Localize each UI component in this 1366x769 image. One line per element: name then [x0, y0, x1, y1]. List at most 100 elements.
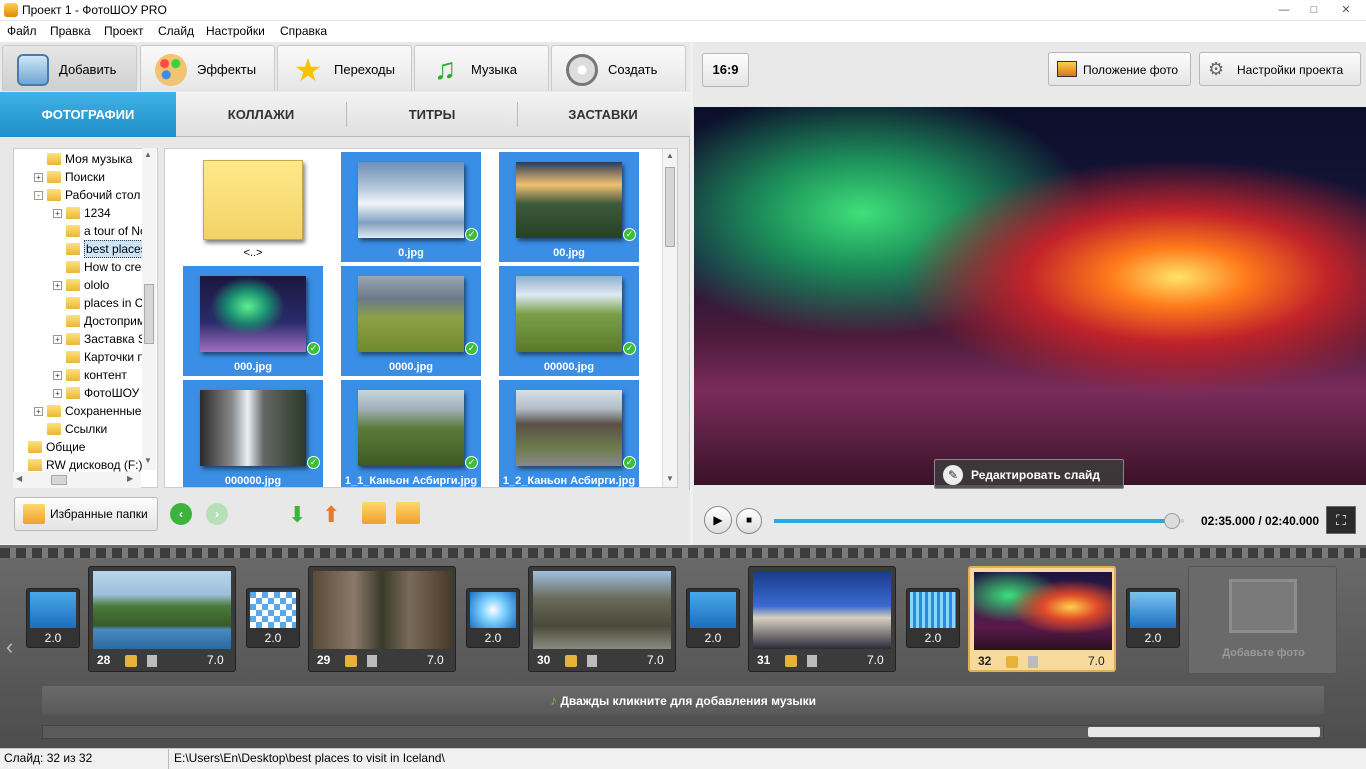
pencil-icon[interactable]	[1006, 656, 1018, 668]
aspect-ratio-button[interactable]: 16:9	[702, 53, 749, 87]
tree-horizontal-scrollbar[interactable]: ◀ ▶	[13, 472, 141, 488]
photo-position-label: Положение фото	[1083, 63, 1179, 77]
subtab-collages[interactable]: КОЛЛАЖИ	[176, 92, 346, 137]
collapse-icon[interactable]: -	[34, 191, 43, 200]
photo-thumbnail[interactable]: 00.jpg ✓	[499, 152, 639, 262]
expand-icon[interactable]: +	[34, 173, 43, 182]
pencil-icon[interactable]	[785, 655, 797, 667]
add-photo-placeholder[interactable]: Добавьте фото	[1188, 566, 1337, 674]
tab-effects[interactable]: Эффекты	[140, 45, 275, 91]
timeline-slide[interactable]: 32 7.0	[968, 566, 1116, 672]
expand-icon[interactable]: +	[53, 389, 62, 398]
timeline-left-arrow-icon[interactable]: ‹	[6, 634, 13, 660]
scroll-up-icon[interactable]: ▲	[666, 151, 674, 160]
menu-project[interactable]: Проект	[104, 24, 144, 38]
scroll-thumb[interactable]	[1088, 727, 1320, 737]
scroll-down-icon[interactable]: ▼	[144, 456, 152, 465]
timeline-scrollbar[interactable]	[42, 725, 1324, 739]
menu-file[interactable]: Файл	[7, 24, 37, 38]
transition-item[interactable]: 2.0	[686, 588, 740, 648]
photo-thumbnail[interactable]: 1_1_Каньон Асбирги.jpg ✓	[341, 380, 481, 487]
folder-icon	[66, 297, 80, 309]
tab-create[interactable]: Создать	[551, 45, 686, 91]
pencil-icon[interactable]	[345, 655, 357, 667]
menu-edit[interactable]: Правка	[50, 24, 91, 38]
subtab-intros[interactable]: ЗАСТАВКИ	[518, 92, 688, 137]
progress-track[interactable]	[774, 513, 1184, 529]
speaker-icon[interactable]	[1028, 656, 1038, 668]
scroll-down-icon[interactable]: ▼	[666, 474, 674, 483]
move-up-icon[interactable]: ⬆	[322, 502, 340, 528]
speaker-icon[interactable]	[807, 655, 817, 667]
project-settings-button[interactable]: ⚙ Настройки проекта	[1199, 52, 1361, 86]
timeline-slide[interactable]: 30 7.0	[528, 566, 676, 672]
tab-effects-label: Эффекты	[197, 62, 257, 77]
left-toolbar: Избранные папки ‹ › ⬇ ⬆	[0, 490, 690, 544]
scroll-up-icon[interactable]: ▲	[144, 150, 152, 159]
transition-duration: 2.0	[704, 631, 722, 645]
timeline-slide[interactable]: 31 7.0	[748, 566, 896, 672]
fullscreen-button[interactable]: ⛶	[1326, 506, 1356, 534]
expand-icon[interactable]: +	[53, 209, 62, 218]
transition-item[interactable]: 2.0	[906, 588, 960, 648]
menu-help[interactable]: Справка	[280, 24, 327, 38]
add-folder-icon[interactable]	[362, 502, 386, 524]
play-button[interactable]: ▶	[704, 506, 732, 534]
menu-settings[interactable]: Настройки	[206, 24, 265, 38]
transition-item[interactable]: 2.0	[246, 588, 300, 648]
photo-thumbnail[interactable]: 0.jpg ✓	[341, 152, 481, 262]
progress-thumb[interactable]	[1163, 513, 1180, 529]
tree-vertical-scrollbar[interactable]: ▲ ▼	[142, 148, 156, 470]
expand-icon[interactable]: +	[34, 407, 43, 416]
transition-duration: 2.0	[924, 631, 942, 645]
tab-transitions[interactable]: ★ Переходы	[277, 45, 412, 91]
transition-item[interactable]: 2.0	[1126, 588, 1180, 648]
file-grid: <..> 0.jpg ✓ 00.jpg ✓ 000.jpg ✓ 0000.jpg ✓ 00000.…	[164, 148, 678, 488]
tree-item-label: ololo	[84, 278, 110, 292]
photo-thumbnail[interactable]: 000000.jpg ✓	[183, 380, 323, 487]
parent-folder-item[interactable]: <..>	[183, 152, 323, 262]
add-all-icon[interactable]	[396, 502, 420, 524]
edit-slide-button[interactable]: ✎ Редактировать слайд	[934, 459, 1124, 489]
tree-item-label: a tour of Nor	[84, 224, 151, 238]
speaker-icon[interactable]	[147, 655, 157, 667]
tab-add[interactable]: Добавить	[2, 45, 137, 91]
stop-button[interactable]: ■	[736, 508, 762, 534]
favorites-button[interactable]: Избранные папки	[14, 497, 158, 531]
scroll-right-icon[interactable]: ▶	[127, 474, 133, 483]
back-icon[interactable]: ‹	[170, 503, 192, 525]
photo-thumbnail[interactable]: 000.jpg ✓	[183, 266, 323, 376]
scroll-thumb[interactable]	[51, 475, 67, 485]
film-reel-icon	[566, 54, 598, 86]
pencil-icon[interactable]	[565, 655, 577, 667]
scroll-thumb[interactable]	[665, 167, 675, 247]
photo-thumbnail[interactable]: 00000.jpg ✓	[499, 266, 639, 376]
minimize-button[interactable]: —	[1272, 0, 1296, 20]
forward-icon[interactable]: ›	[206, 503, 228, 525]
photo-position-button[interactable]: Положение фото	[1048, 52, 1191, 86]
expand-icon[interactable]: +	[53, 371, 62, 380]
pencil-icon[interactable]	[125, 655, 137, 667]
maximize-button[interactable]: □	[1302, 0, 1326, 20]
folder-tree[interactable]: Моя музыка + Поиски - Рабочий стол +1234 a tou…	[13, 148, 158, 488]
photo-thumbnail[interactable]: 1_2_Каньон Асбирги.jpg ✓	[499, 380, 639, 487]
photo-thumbnail[interactable]: 0000.jpg ✓	[341, 266, 481, 376]
subtab-titles[interactable]: ТИТРЫ	[347, 92, 517, 137]
transition-item[interactable]: 2.0	[26, 588, 80, 648]
scroll-thumb[interactable]	[144, 284, 154, 344]
move-down-icon[interactable]: ⬇	[288, 502, 306, 528]
subtab-photos[interactable]: ФОТОГРАФИИ	[0, 92, 176, 137]
expand-icon[interactable]: +	[53, 281, 62, 290]
menu-slide[interactable]: Слайд	[158, 24, 194, 38]
grid-scrollbar[interactable]: ▲ ▼	[662, 149, 677, 487]
timeline-slide[interactable]: 28 7.0	[88, 566, 236, 672]
timeline-slide[interactable]: 29 7.0	[308, 566, 456, 672]
expand-icon[interactable]: +	[53, 335, 62, 344]
speaker-icon[interactable]	[587, 655, 597, 667]
music-track[interactable]: ♪ Дважды кликните для добавления музыки	[42, 686, 1324, 714]
transition-item[interactable]: 2.0	[466, 588, 520, 648]
speaker-icon[interactable]	[367, 655, 377, 667]
close-button[interactable]: ✕	[1334, 0, 1358, 20]
scroll-left-icon[interactable]: ◀	[16, 474, 22, 483]
tab-music[interactable]: ♫ Музыка	[414, 45, 549, 91]
